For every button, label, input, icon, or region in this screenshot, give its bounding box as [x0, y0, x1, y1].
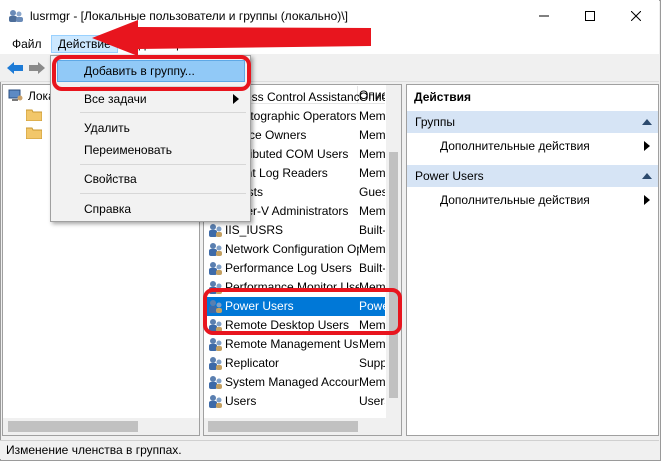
list-scroll-thumb[interactable] [389, 152, 398, 398]
group-icon [209, 376, 222, 389]
group-name: Users [225, 394, 257, 408]
tree-scroll-thumb[interactable] [8, 421, 138, 432]
group-description: Mem [359, 337, 385, 351]
folder-users-icon[interactable] [26, 108, 42, 121]
submenu-arrow-icon [644, 141, 650, 151]
ctx-all-tasks[interactable]: Все задачи [84, 89, 224, 109]
annotation-arrow-icon [92, 20, 371, 56]
table-row[interactable]: Users Users [207, 392, 385, 411]
all-tasks-arrow-icon [233, 94, 239, 104]
minimize-icon [539, 15, 549, 17]
group-description: Опис [359, 90, 385, 104]
table-row[interactable]: Replicator Supp [207, 354, 385, 373]
ctx-rename[interactable]: Переименовать [84, 140, 224, 160]
minimize-button[interactable] [521, 0, 567, 32]
annotation-box-add-to-group [52, 55, 251, 91]
maximize-button[interactable] [567, 0, 613, 32]
more-actions-power-users[interactable]: Дополнительные действия [440, 190, 640, 210]
maximize-icon [585, 11, 595, 21]
table-row[interactable]: Network Configuration OperatorsMem [207, 240, 385, 259]
ctx-separator [80, 164, 246, 165]
computer-users-icon [8, 89, 23, 101]
forward-arrow-icon[interactable] [28, 60, 46, 76]
collapse-up-icon[interactable] [642, 173, 652, 179]
tree-root-label[interactable]: Локальные пользователи и группы (локальн… [28, 89, 50, 103]
close-button[interactable] [613, 0, 659, 32]
collapse-up-icon[interactable] [642, 119, 652, 125]
status-bar: Изменение членства в группах. [0, 440, 659, 459]
more-actions-groups[interactable]: Дополнительные действия [440, 136, 640, 156]
group-description: Supp [359, 356, 385, 370]
annotation-box-power-users [203, 288, 402, 335]
group-description: Mem [359, 375, 385, 389]
back-arrow-icon[interactable] [6, 60, 24, 76]
group-description: Built- [359, 261, 385, 275]
actions-header: Действия [414, 90, 472, 104]
group-icon [209, 262, 222, 275]
actions-group-power-users[interactable]: Power Users [407, 165, 658, 187]
group-description: Gues [359, 185, 385, 199]
folder-groups-icon[interactable] [26, 126, 42, 139]
ctx-help[interactable]: Справка [84, 199, 224, 219]
close-icon [631, 11, 641, 21]
ctx-properties[interactable]: Свойства [84, 169, 224, 189]
group-description: Mem [359, 128, 385, 142]
group-description: Users [359, 394, 385, 408]
group-name: Network Configuration Operators [225, 242, 359, 256]
group-icon [209, 224, 222, 237]
ctx-separator [80, 112, 246, 113]
group-icon [209, 243, 222, 256]
table-row[interactable]: Remote Management UsersMem [207, 335, 385, 354]
group-icon [209, 357, 222, 370]
group-description: Mem [359, 242, 385, 256]
group-description: Mem [359, 147, 385, 161]
actions-group-title: Power Users [415, 169, 484, 183]
table-row[interactable]: IIS_IUSRS Built- [207, 221, 385, 240]
ctx-separator [80, 193, 246, 194]
list-h-scroll-thumb[interactable] [208, 421, 358, 432]
submenu-arrow-icon [644, 195, 650, 205]
menu-file[interactable]: Файл [6, 35, 48, 53]
table-row[interactable]: System Managed Accounts GroupMem [207, 373, 385, 392]
group-name: IIS_IUSRS [225, 223, 284, 237]
group-description: Built- [359, 223, 385, 237]
group-name: System Managed Accounts Group [225, 375, 359, 389]
group-name: Performance Log Users [225, 261, 352, 275]
actions-group-title: Группы [415, 115, 455, 129]
users-app-icon [9, 10, 23, 22]
group-name: Replicator [225, 356, 280, 370]
table-row[interactable]: Performance Log Users Built- [207, 259, 385, 278]
group-name: Remote Management Users [225, 337, 359, 351]
group-description: Mem [359, 166, 385, 180]
group-icon [209, 338, 222, 351]
group-icon [209, 395, 222, 408]
group-description: Mem [359, 204, 385, 218]
actions-group-groups[interactable]: Группы [407, 111, 658, 133]
ctx-delete[interactable]: Удалить [84, 118, 224, 138]
group-description: Mem [359, 109, 385, 123]
